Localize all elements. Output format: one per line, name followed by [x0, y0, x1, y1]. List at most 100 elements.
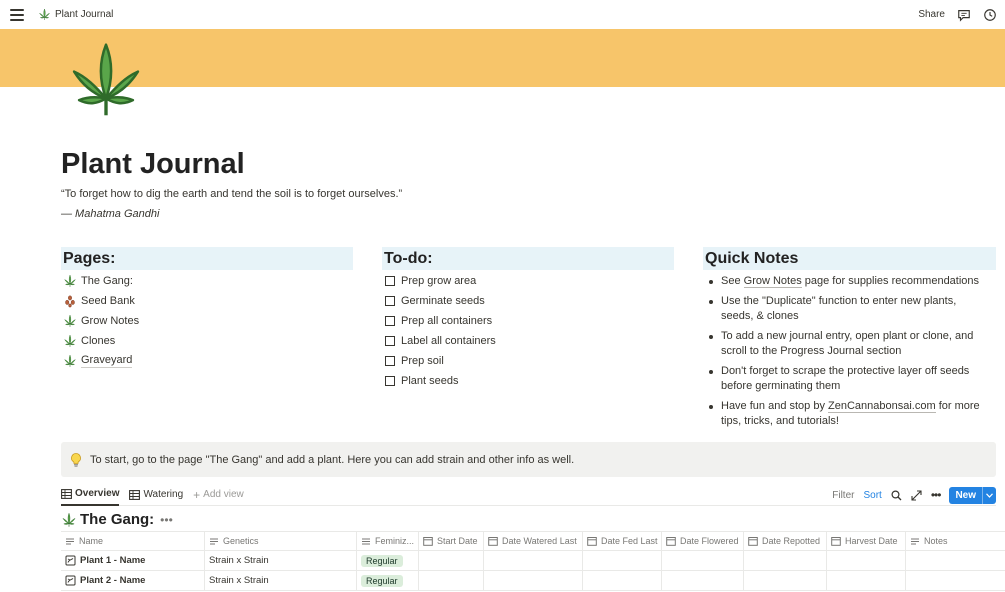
new-button[interactable]: New: [949, 486, 996, 504]
breadcrumb-label: Plant Journal: [55, 9, 114, 20]
todo-item[interactable]: Plant seeds: [382, 371, 674, 391]
cannabis-leaf-icon: [63, 354, 77, 368]
grow-notes-link[interactable]: Grow Notes: [743, 275, 802, 288]
page-cover[interactable]: [0, 29, 1005, 87]
cannabis-leaf-icon: [63, 334, 77, 348]
empty-cell[interactable]: [827, 571, 906, 590]
todo-column: To-do: Prep grow area Germinate seeds Pr…: [382, 247, 674, 391]
genetics-cell[interactable]: Strain x Strain: [205, 551, 357, 570]
column-header-date-flowered[interactable]: Date Flowered: [662, 532, 744, 550]
todo-item[interactable]: Label all containers: [382, 331, 674, 351]
empty-cell[interactable]: [484, 551, 583, 570]
feminized-cell[interactable]: Regular: [357, 551, 419, 570]
plant-page-icon: [65, 575, 76, 586]
name-cell[interactable]: Plant 2 - Name: [61, 571, 205, 590]
plus-icon: +: [193, 487, 201, 502]
cannabis-leaf-icon: [38, 8, 51, 21]
text-property-icon: [66, 538, 74, 544]
column-header-feminized[interactable]: Feminiz...: [357, 532, 419, 550]
todo-checkbox[interactable]: [385, 316, 395, 326]
sort-button[interactable]: Sort: [863, 490, 881, 501]
column-header-date-fed-last[interactable]: Date Fed Last: [583, 532, 662, 550]
column-header-date-watered-last[interactable]: Date Watered Last: [484, 532, 583, 550]
callout-text: To start, go to the page "The Gang" and …: [90, 453, 575, 466]
calendar-icon: [748, 537, 758, 546]
share-button[interactable]: Share: [918, 9, 945, 20]
empty-cell[interactable]: [662, 571, 744, 590]
feminized-cell[interactable]: Regular: [357, 571, 419, 590]
column-header-name[interactable]: Name: [61, 532, 205, 550]
quote-text: “To forget how to dig the earth and tend…: [61, 188, 403, 200]
add-view-button[interactable]: + Add view: [193, 488, 244, 502]
empty-cell[interactable]: [906, 571, 1005, 590]
todo-item[interactable]: Prep all containers: [382, 311, 674, 331]
tab-overview[interactable]: Overview: [61, 484, 120, 506]
cannabis-leaf-icon: [61, 512, 77, 528]
todo-checkbox[interactable]: [385, 296, 395, 306]
table-row[interactable]: Plant 1 - Name Strain x Strain Regular: [61, 551, 1005, 571]
clock-icon[interactable]: [983, 8, 997, 22]
page-link-the-gang[interactable]: The Gang:: [61, 271, 353, 291]
table-row[interactable]: Plant 2 - Name Strain x Strain Regular: [61, 571, 1005, 591]
cannabis-leaf-icon: [63, 314, 77, 328]
page-link-grow-notes[interactable]: Grow Notes: [61, 311, 353, 331]
breadcrumb[interactable]: Plant Journal: [38, 8, 113, 21]
quick-notes-column: Quick Notes See Grow Notes page for supp…: [703, 247, 996, 429]
column-header-harvest-date[interactable]: Harvest Date: [827, 532, 906, 550]
todo-checkbox[interactable]: [385, 336, 395, 346]
tab-watering[interactable]: Watering: [129, 484, 183, 506]
column-header-date-repotted[interactable]: Date Repotted: [744, 532, 827, 550]
note-item: Use the "Duplicate" function to enter ne…: [703, 294, 996, 324]
empty-cell[interactable]: [744, 551, 827, 570]
cannabis-leaf-icon[interactable]: [64, 38, 148, 122]
quote-author: — Mahatma Gandhi: [61, 208, 160, 220]
name-cell[interactable]: Plant 1 - Name: [61, 551, 205, 570]
column-header-start-date[interactable]: Start Date: [419, 532, 484, 550]
genetics-cell[interactable]: Strain x Strain: [205, 571, 357, 590]
calendar-icon: [587, 537, 597, 546]
note-item: See Grow Notes page for supplies recomme…: [703, 274, 996, 289]
todo-checkbox[interactable]: [385, 276, 395, 286]
empty-cell[interactable]: [744, 571, 827, 590]
page-title[interactable]: Plant Journal: [61, 148, 245, 181]
zencannabonsai-link[interactable]: ZenCannabonsai.com: [828, 400, 936, 413]
column-header-genetics[interactable]: Genetics: [205, 532, 357, 550]
empty-cell[interactable]: [662, 551, 744, 570]
calendar-icon: [831, 537, 841, 546]
todo-checkbox[interactable]: [385, 356, 395, 366]
comment-icon[interactable]: [957, 8, 971, 22]
filter-button[interactable]: Filter: [832, 490, 854, 501]
calendar-icon: [423, 537, 433, 546]
expand-icon[interactable]: [911, 489, 922, 501]
database-title[interactable]: The Gang: •••: [61, 511, 173, 528]
empty-cell[interactable]: [827, 551, 906, 570]
page-link-clones[interactable]: Clones: [61, 331, 353, 351]
empty-cell[interactable]: [419, 551, 484, 570]
search-icon[interactable]: [891, 489, 902, 501]
text-property-icon: [210, 538, 218, 544]
more-options-icon[interactable]: •••: [160, 513, 173, 527]
page-link-graveyard[interactable]: Graveyard: [61, 351, 353, 371]
todo-item[interactable]: Prep grow area: [382, 271, 674, 291]
pages-heading: Pages:: [61, 247, 353, 270]
calendar-icon: [666, 537, 676, 546]
page-link-seed-bank[interactable]: Seed Bank: [61, 291, 353, 311]
empty-cell[interactable]: [906, 551, 1005, 570]
more-options-icon[interactable]: •••: [931, 488, 942, 502]
chevron-down-icon[interactable]: [982, 486, 996, 504]
pages-column: Pages: The Gang: Seed Bank Grow Notes Cl…: [61, 247, 353, 371]
empty-cell[interactable]: [583, 571, 662, 590]
empty-cell[interactable]: [419, 571, 484, 590]
callout: To start, go to the page "The Gang" and …: [61, 442, 996, 477]
todo-heading: To-do:: [382, 247, 674, 270]
menu-icon[interactable]: [10, 8, 24, 21]
todo-item[interactable]: Prep soil: [382, 351, 674, 371]
note-item: Don't forget to scrape the protective la…: [703, 364, 996, 394]
todo-item[interactable]: Germinate seeds: [382, 291, 674, 311]
note-item: Have fun and stop by ZenCannabonsai.com …: [703, 399, 996, 429]
table-icon: [61, 488, 72, 499]
empty-cell[interactable]: [484, 571, 583, 590]
empty-cell[interactable]: [583, 551, 662, 570]
column-header-notes[interactable]: Notes: [906, 532, 1005, 550]
todo-checkbox[interactable]: [385, 376, 395, 386]
